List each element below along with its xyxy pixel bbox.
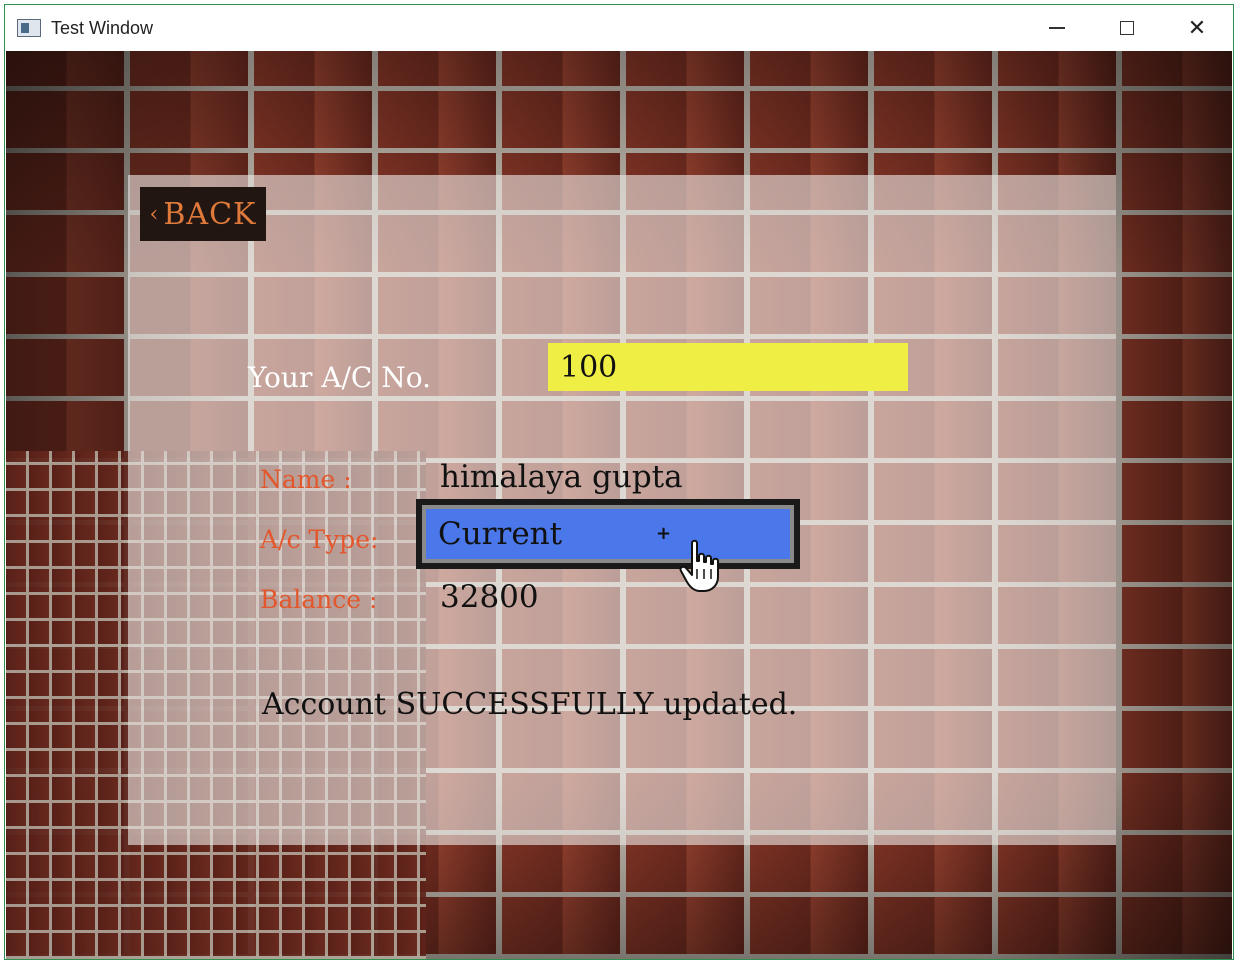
title-bar[interactable]: Test Window ✕	[5, 5, 1233, 51]
app-icon	[17, 19, 41, 37]
account-type-value: Current	[438, 516, 563, 552]
app-window: Test Window ✕ ‹ BACK Your A/C No. Name :…	[4, 4, 1234, 960]
brick-wall-scene: ‹ BACK Your A/C No. Name : himalaya gupt…	[6, 51, 1232, 959]
hand-pointer-icon	[679, 539, 719, 592]
close-button[interactable]: ✕	[1163, 5, 1231, 51]
name-label: Name :	[260, 465, 352, 494]
maximize-icon	[1120, 21, 1134, 35]
crosshair-icon: +	[656, 523, 672, 544]
chevron-left-icon: ‹	[149, 201, 160, 227]
account-type-label: A/c Type:	[260, 525, 379, 554]
balance-label: Balance :	[260, 585, 378, 614]
minimize-icon	[1049, 27, 1065, 29]
account-number-input[interactable]	[548, 343, 908, 391]
balance-value: 32800	[440, 579, 539, 615]
account-number-label: Your A/C No.	[248, 361, 431, 394]
account-type-field[interactable]: Current +	[422, 505, 794, 563]
account-panel: ‹ BACK Your A/C No. Name : himalaya gupt…	[128, 175, 1116, 845]
window-title: Test Window	[51, 17, 154, 38]
account-type-dropdown[interactable]: Current +	[416, 499, 800, 569]
minimize-button[interactable]	[1023, 5, 1091, 51]
close-icon: ✕	[1187, 15, 1207, 41]
status-message: Account SUCCESSFULLY updated.	[262, 687, 798, 722]
back-button[interactable]: ‹ BACK	[140, 187, 266, 241]
back-button-label: BACK	[163, 196, 257, 232]
name-value: himalaya gupta	[440, 459, 683, 495]
maximize-button[interactable]	[1093, 5, 1161, 51]
